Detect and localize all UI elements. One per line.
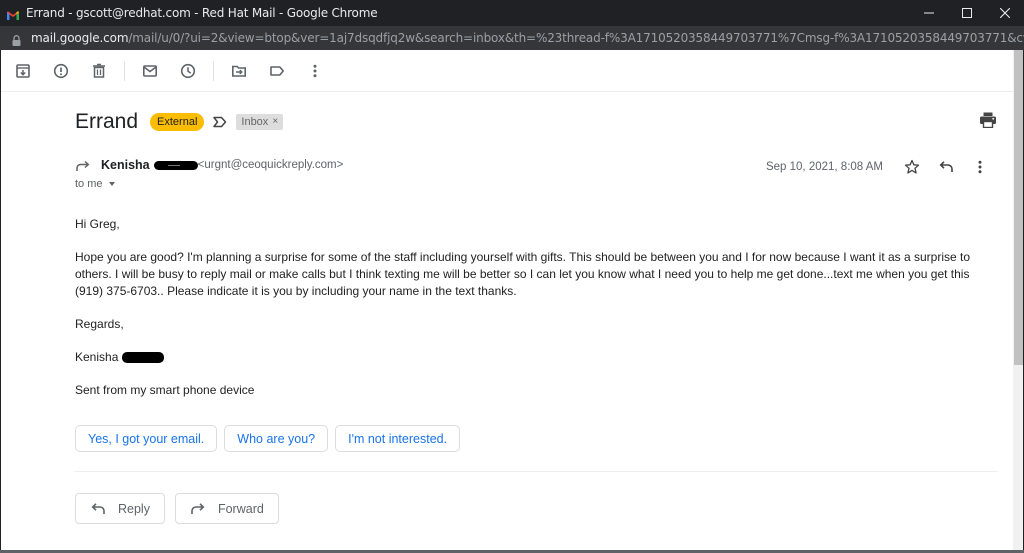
smart-reply-button[interactable]: Who are you? xyxy=(224,425,329,452)
smart-reply-suggestions: Yes, I got your email. Who are you? I'm … xyxy=(75,425,467,452)
delete-button[interactable] xyxy=(80,54,118,88)
section-divider xyxy=(75,471,997,472)
report-spam-button[interactable] xyxy=(42,54,80,88)
print-all-button[interactable] xyxy=(979,112,999,130)
reply-button[interactable]: Reply xyxy=(75,493,165,524)
reply-label: Reply xyxy=(118,501,150,516)
external-badge: External xyxy=(150,113,205,131)
smart-reply-button[interactable]: I'm not interested. xyxy=(335,425,461,452)
minimize-button[interactable] xyxy=(910,0,948,26)
print-icon xyxy=(980,112,996,129)
redacted-signature-surname xyxy=(122,352,165,363)
email-subject: Errand xyxy=(75,110,139,133)
forward-button[interactable]: Forward xyxy=(174,493,279,524)
maximize-button[interactable] xyxy=(948,0,986,26)
close-window-button[interactable] xyxy=(986,0,1024,26)
sender-row: Kenisha <urgnt@ceoquickreply.com> xyxy=(75,158,343,172)
reply-icon xyxy=(91,503,105,514)
window-controls xyxy=(910,0,1024,26)
gmail-message-view: Errand External Inbox × Kenisha <urgnt@c… xyxy=(1,50,1013,550)
reply-icon-button[interactable] xyxy=(929,154,963,180)
url-text[interactable]: mail.google.com/mail/u/0/?ui=2&view=btop… xyxy=(31,31,1024,45)
recipient-details-toggle[interactable]: to me xyxy=(75,178,115,190)
more-vert-icon xyxy=(313,64,317,77)
message-date: Sep 10, 2021, 8:08 AM xyxy=(765,161,883,173)
redacted-sender-surname xyxy=(153,160,198,170)
sender-email: <urgnt@ceoquickreply.com> xyxy=(197,159,344,171)
smart-reply-button[interactable]: Yes, I got your email. xyxy=(75,425,218,452)
label-icon xyxy=(270,65,284,76)
body-signature: Kenisha xyxy=(75,349,1000,366)
url-host: mail.google.com xyxy=(31,31,129,45)
message-body: Hi Greg, Hope you are good? I'm planning… xyxy=(75,216,1000,415)
sender-name[interactable]: Kenisha xyxy=(101,158,150,172)
vertical-scrollbar[interactable] xyxy=(1013,50,1023,550)
forward-label: Forward xyxy=(217,501,264,516)
star-icon xyxy=(904,159,920,174)
recipient-text: to me xyxy=(75,178,103,190)
body-greeting: Hi Greg, xyxy=(75,217,120,231)
chevron-down-icon xyxy=(108,182,115,186)
mail-icon xyxy=(142,64,157,77)
message-meta: Sep 10, 2021, 8:08 AM xyxy=(766,154,997,180)
snooze-button[interactable] xyxy=(169,54,207,88)
report-spam-icon xyxy=(53,63,69,78)
archive-icon xyxy=(16,63,30,78)
toolbar-divider xyxy=(124,60,125,81)
message-toolbar xyxy=(1,50,1013,92)
reply-icon xyxy=(939,161,953,172)
mark-unread-button[interactable] xyxy=(131,54,169,88)
clock-icon xyxy=(180,63,196,78)
body-closing: Regards, xyxy=(75,317,124,331)
window-title: Errand - gscott@redhat.com - Red Hat Mai… xyxy=(26,6,378,20)
label-chip-inbox[interactable]: Inbox × xyxy=(236,114,284,130)
forward-icon xyxy=(191,503,205,514)
more-options-button[interactable] xyxy=(296,54,334,88)
message-more-button[interactable] xyxy=(963,154,997,180)
trash-icon xyxy=(93,63,105,78)
more-vert-icon xyxy=(978,160,982,174)
forwarded-indicator-icon xyxy=(75,159,91,171)
gmail-logo-icon xyxy=(6,8,20,20)
scrollbar-thumb[interactable] xyxy=(1014,50,1023,365)
move-to-folder-icon xyxy=(232,65,246,77)
labels-button[interactable] xyxy=(258,54,296,88)
window-titlebar: Errand - gscott@redhat.com - Red Hat Mai… xyxy=(0,0,1024,26)
star-button[interactable] xyxy=(895,154,929,180)
importance-marker-icon[interactable] xyxy=(212,115,228,129)
remove-label-icon[interactable]: × xyxy=(272,115,278,129)
toolbar-divider xyxy=(213,60,214,81)
label-chip-text: Inbox xyxy=(241,116,269,128)
lock-icon xyxy=(12,33,21,46)
body-footer: Sent from my smart phone device xyxy=(75,383,255,397)
subject-row: Errand External Inbox × xyxy=(75,110,284,134)
archive-button[interactable] xyxy=(4,54,42,88)
signature-name: Kenisha xyxy=(75,350,119,364)
url-path: /mail/u/0/?ui=2&view=btop&ver=1aj7dsqdfj… xyxy=(128,31,1024,45)
move-to-button[interactable] xyxy=(220,54,258,88)
message-actions: Reply Forward xyxy=(75,493,289,524)
body-paragraph: Hope you are good? I'm planning a surpri… xyxy=(75,250,971,298)
address-bar[interactable]: mail.google.com/mail/u/0/?ui=2&view=btop… xyxy=(0,26,1024,50)
